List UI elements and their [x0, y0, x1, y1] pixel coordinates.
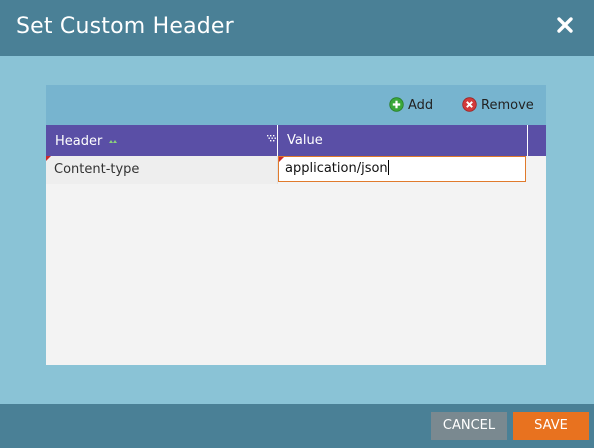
remove-icon [462, 97, 477, 116]
dialog-title: Set Custom Header [16, 14, 234, 39]
grid-header-row: Header Value [46, 125, 546, 156]
grid-toolbar: Add Remove [46, 85, 546, 125]
save-button[interactable]: SAVE [513, 412, 589, 440]
add-label: Add [408, 98, 434, 113]
dialog-footer: CANCEL SAVE [0, 404, 594, 448]
value-cell-text: application/json [285, 161, 388, 176]
remove-label: Remove [481, 98, 534, 113]
dirty-marker [279, 157, 284, 162]
dirty-marker [46, 156, 51, 161]
column-menu-icon[interactable] [267, 128, 277, 147]
text-caret [387, 160, 389, 175]
column-header-label: Header [55, 134, 103, 149]
table-row[interactable]: Content-type application/json [46, 156, 546, 184]
sort-icon[interactable] [109, 125, 118, 156]
value-cell-editor[interactable]: application/json [278, 156, 526, 182]
dialog-titlebar: Set Custom Header [0, 0, 594, 56]
cancel-button[interactable]: CANCEL [431, 412, 507, 440]
add-icon [389, 97, 404, 116]
remove-button[interactable]: Remove [462, 97, 534, 116]
close-icon[interactable] [554, 14, 576, 36]
column-header-header[interactable]: Header [46, 125, 278, 156]
header-cell[interactable]: Content-type [46, 156, 278, 184]
add-button[interactable]: Add [389, 97, 433, 116]
headers-panel: Add Remove Header Value Content-type app… [46, 85, 546, 365]
header-cell-text: Content-type [54, 162, 140, 177]
column-value-label: Value [287, 133, 323, 148]
column-header-value[interactable]: Value [278, 125, 528, 156]
